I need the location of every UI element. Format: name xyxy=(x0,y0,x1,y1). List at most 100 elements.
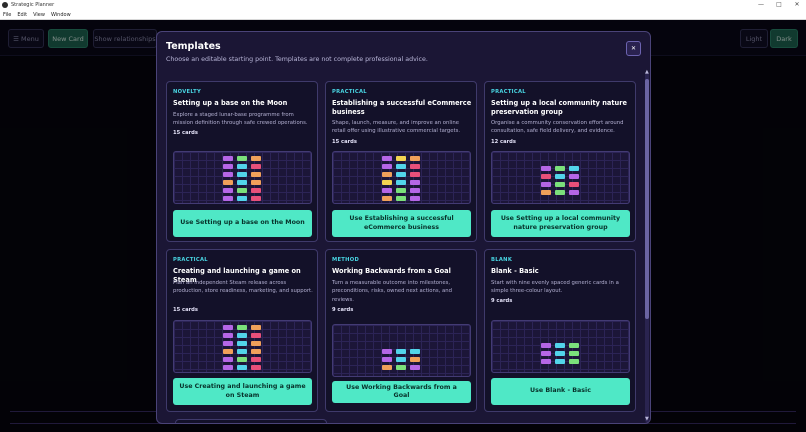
preview-mini-card xyxy=(237,357,247,362)
template-description: Plan an independent Steam release across… xyxy=(173,280,313,295)
modal-scrollbar[interactable] xyxy=(645,73,649,422)
preview-mini-card xyxy=(541,359,551,364)
close-window-icon[interactable]: ✕ xyxy=(788,0,806,10)
preview-mini-card xyxy=(237,188,247,193)
template-preview xyxy=(332,324,471,377)
preview-mini-card xyxy=(410,196,420,201)
modal-subtitle: Choose an editable starting point. Templ… xyxy=(166,56,428,63)
preview-mini-card xyxy=(396,196,406,201)
preview-mini-card xyxy=(223,156,233,161)
use-template-button[interactable]: Use Establishing a successful eCommerce … xyxy=(332,210,471,237)
preview-mini-card xyxy=(237,164,247,169)
template-category: PRACTICAL xyxy=(491,89,526,95)
template-description: Turn a measurable outcome into milestone… xyxy=(332,280,452,303)
preview-mini-card xyxy=(223,341,233,346)
close-modal-button[interactable]: ✕ xyxy=(626,41,641,56)
preview-mini-card xyxy=(251,180,261,185)
preview-mini-card xyxy=(251,349,261,354)
preview-mini-card xyxy=(223,325,233,330)
preview-mini-card xyxy=(237,349,247,354)
template-card-next-row xyxy=(175,419,327,423)
template-card: BLANK Blank - Basic Start with nine even… xyxy=(484,249,636,412)
preview-mini-card xyxy=(541,343,551,348)
preview-mini-card xyxy=(251,357,261,362)
template-card-count: 15 cards xyxy=(173,307,198,313)
preview-mini-card xyxy=(569,166,579,171)
menu-view[interactable]: View xyxy=(33,12,45,18)
preview-mini-card xyxy=(382,156,392,161)
templates-modal: Templates Choose an editable starting po… xyxy=(156,31,651,424)
template-card: PRACTICAL Creating and launching a game … xyxy=(166,249,318,412)
preview-mini-card xyxy=(223,333,233,338)
preview-mini-card xyxy=(569,343,579,348)
modal-title: Templates xyxy=(166,41,221,52)
preview-mini-card xyxy=(396,172,406,177)
preview-mini-card xyxy=(223,180,233,185)
preview-mini-card xyxy=(555,190,565,195)
preview-mini-card xyxy=(223,172,233,177)
use-template-button[interactable]: Use Setting up a local community nature … xyxy=(491,210,630,237)
template-description: Shape, launch, measure, and improve an o… xyxy=(332,120,461,135)
preview-mini-card xyxy=(223,349,233,354)
preview-mini-card xyxy=(382,180,392,185)
scroll-down-icon[interactable]: ▼ xyxy=(645,416,649,422)
preview-mini-card xyxy=(251,341,261,346)
preview-mini-card xyxy=(251,156,261,161)
preview-mini-card xyxy=(223,357,233,362)
preview-mini-card xyxy=(382,172,392,177)
template-title: Establishing a successful eCommerce busi… xyxy=(332,99,472,116)
template-preview xyxy=(491,151,630,204)
preview-mini-card xyxy=(410,164,420,169)
scrollbar-thumb[interactable] xyxy=(645,79,649,319)
preview-mini-card xyxy=(555,166,565,171)
preview-mini-card xyxy=(223,164,233,169)
minimize-icon[interactable]: — xyxy=(752,0,770,10)
preview-mini-card xyxy=(237,365,247,370)
use-template-button[interactable]: Use Blank - Basic xyxy=(491,378,630,405)
preview-mini-card xyxy=(396,180,406,185)
preview-mini-card xyxy=(382,349,392,354)
menu-file[interactable]: File xyxy=(3,12,11,18)
preview-mini-card xyxy=(396,164,406,169)
window-title: Strategic Planner xyxy=(11,2,55,8)
preview-mini-card xyxy=(396,156,406,161)
template-card-count: 15 cards xyxy=(332,139,357,145)
template-description: Explore a staged lunar-base programme fr… xyxy=(173,112,308,127)
preview-mini-card xyxy=(410,365,420,370)
use-template-button[interactable]: Use Setting up a base on the Moon xyxy=(173,210,312,237)
preview-mini-card xyxy=(382,188,392,193)
maximize-icon[interactable]: □ xyxy=(770,0,788,10)
preview-mini-card xyxy=(382,365,392,370)
menu-edit[interactable]: Edit xyxy=(17,12,27,18)
template-title: Working Backwards from a Goal xyxy=(332,267,451,275)
scroll-up-icon[interactable]: ▲ xyxy=(645,69,649,75)
preview-mini-card xyxy=(237,156,247,161)
template-category: NOVELTY xyxy=(173,89,202,95)
preview-mini-card xyxy=(410,172,420,177)
preview-mini-card xyxy=(396,365,406,370)
preview-mini-card xyxy=(541,351,551,356)
preview-mini-card xyxy=(569,351,579,356)
template-category: BLANK xyxy=(491,257,513,263)
template-card-count: 9 cards xyxy=(491,298,513,304)
preview-mini-card xyxy=(251,325,261,330)
preview-mini-card xyxy=(410,349,420,354)
menu-window[interactable]: Window xyxy=(51,12,71,18)
preview-mini-card xyxy=(251,196,261,201)
preview-mini-card xyxy=(555,359,565,364)
preview-mini-card xyxy=(223,188,233,193)
preview-mini-card xyxy=(382,357,392,362)
preview-mini-card xyxy=(410,156,420,161)
preview-mini-card xyxy=(396,349,406,354)
template-description: Start with nine evenly spaced generic ca… xyxy=(491,280,619,295)
preview-mini-card xyxy=(382,164,392,169)
template-card-count: 12 cards xyxy=(491,139,516,145)
preview-mini-card xyxy=(410,357,420,362)
use-template-button[interactable]: Use Working Backwards from a Goal xyxy=(332,381,471,403)
preview-mini-card xyxy=(382,196,392,201)
preview-mini-card xyxy=(237,325,247,330)
preview-mini-card xyxy=(237,172,247,177)
preview-mini-card xyxy=(541,166,551,171)
template-card: PRACTICAL Setting up a local community n… xyxy=(484,81,636,242)
use-template-button[interactable]: Use Creating and launching a game on Ste… xyxy=(173,378,312,405)
